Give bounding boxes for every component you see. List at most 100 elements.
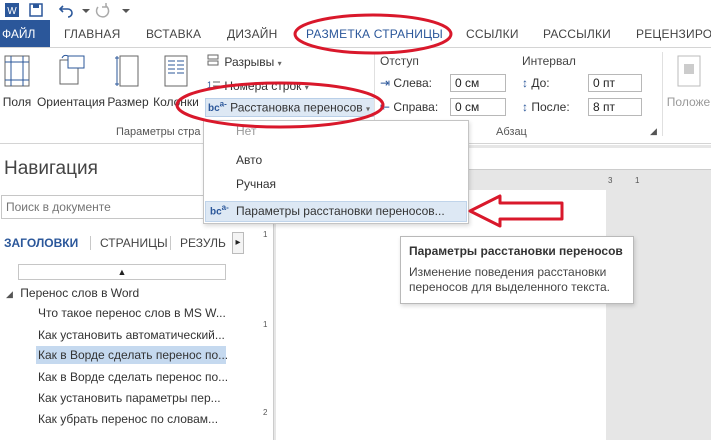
spacing-after-input[interactable]: 8 пт [588,98,642,116]
indent-right-icon: ⇤ [380,100,391,114]
indent-left-row: ⇥ Слева: [380,76,432,90]
tree-root-label: Перенос слов в Word [20,286,140,300]
spacing-before-label: До: [531,76,550,90]
tab-page-layout[interactable]: РАЗМЕТКА СТРАНИЦЫ [306,27,443,41]
tree-root[interactable]: ◢ Перенос слов в Word [6,286,139,300]
spacing-after-label: После: [531,100,570,114]
breaks-button[interactable]: Разрывы ▾ [207,54,282,69]
hyphenation-dropdown-icon: ▾ [366,104,371,114]
ruler-mark: 2 [263,408,268,417]
size-icon [115,55,139,87]
tooltip-description: Изменение поведения расстановки переносо… [409,265,610,294]
position-icon [677,55,700,87]
svg-text:1: 1 [207,80,212,90]
margins-label: Поля [2,95,32,109]
tree-item-selected[interactable]: Как в Ворде сделать перенос по... [36,346,228,364]
orientation-label: Ориентация [36,95,106,109]
spacing-before-icon: ↕ [522,76,528,90]
tab-file[interactable]: ФАЙЛ [0,20,50,48]
indent-header: Отступ [380,54,419,68]
ruler-mark: 1 [263,320,268,329]
nav-tabs-scroll-right-icon[interactable]: ▸ [232,232,244,254]
breaks-label: Разрывы [224,55,275,69]
columns-icon [164,55,188,87]
tab-insert[interactable]: ВСТАВКА [146,27,201,41]
collapse-all-bar[interactable]: ▲ [18,264,226,280]
hyphenation-options-tooltip: Параметры расстановки переносов Изменени… [400,236,634,304]
hyphenation-button[interactable]: bca- Расстановка переносов ▾ [205,98,376,118]
tab-headings[interactable]: ЗАГОЛОВКИ [4,236,78,250]
breaks-dropdown-icon: ▾ [277,59,282,68]
collapse-icon: ▲ [117,267,127,277]
orientation-icon [59,54,85,85]
size-button[interactable]: Размер [106,52,150,109]
tab-results[interactable]: РЕЗУЛЬ [180,236,226,250]
spacing-after-row: ↕ После: [522,100,570,114]
paragraph-group-label: Абзац [496,126,527,138]
ruler-mark: 3 [608,176,613,185]
tab-design[interactable]: ДИЗАЙН [227,27,278,41]
spacing-before-row: ↕ До: [522,76,550,90]
indent-left-icon: ⇥ [380,76,391,90]
line-numbers-icon: 1 [207,80,220,90]
margins-button[interactable]: Поля [0,52,34,109]
menu-item-auto[interactable]: Авто [236,153,262,167]
customize-qat-icon[interactable] [118,2,134,18]
menu-item-manual[interactable]: Ручная [236,177,276,191]
line-numbers-label: Номера строк [224,79,302,93]
tree-item[interactable]: Как установить параметры пер... [38,391,221,405]
spacing-header: Интервал [522,54,576,68]
tab-mailings[interactable]: РАССЫЛКИ [543,27,611,41]
indent-right-input[interactable]: 0 см [450,98,506,116]
ruler-mark: 1 [635,176,640,185]
indent-right-row: ⇤ Справа: [380,100,438,114]
tree-item[interactable]: Как в Ворде сделать перенос по... [38,370,228,384]
ruler-mark: 1 [263,230,268,239]
indent-left-input[interactable]: 0 см [450,74,506,92]
tree-expand-icon[interactable]: ◢ [6,289,13,299]
size-label: Размер [107,95,149,109]
undo-icon[interactable] [58,2,74,18]
line-numbers-dropdown-icon: ▾ [304,83,309,92]
tooltip-title: Параметры расстановки переносов [409,244,623,258]
quick-access-toolbar: W [0,0,711,20]
page-setup-group-label: Параметры стра [116,126,201,138]
tab-references[interactable]: ССЫЛКИ [466,27,519,41]
indent-right-label: Справа: [393,100,439,114]
breaks-icon [207,54,219,66]
navigation-title: Навигация [4,158,98,179]
position-label: Положе [666,95,711,109]
ribbon-tabs: ГЛАВНАЯ ВСТАВКА ДИЗАЙН РАЗМЕТКА СТРАНИЦЫ… [0,20,711,48]
save-icon[interactable] [28,2,44,18]
menu-item-none[interactable]: Нет [236,124,256,138]
word-logo-icon: W [5,3,19,17]
document-margin-area [606,190,711,440]
tab-pages[interactable]: СТРАНИЦЫ [100,236,168,250]
spacing-after-icon: ↕ [522,100,528,114]
paragraph-launcher-icon[interactable]: ◢ [650,126,657,137]
tree-item[interactable]: Как убрать перенос по словам... [38,412,218,426]
nav-tab-divider [170,236,171,250]
tab-home[interactable]: ГЛАВНАЯ [64,27,120,41]
nav-tab-divider [90,236,91,250]
hyphenation-options-icon: bca- [210,203,229,218]
line-numbers-button[interactable]: 1 Номера строк ▾ [207,78,309,93]
orientation-button[interactable]: Ориентация [36,52,106,109]
spacing-before-input[interactable]: 0 пт [588,74,642,92]
document-page[interactable] [276,190,606,440]
tree-item[interactable]: Что такое перенос слов в MS W... [38,306,226,320]
indent-left-label: Слева: [393,76,432,90]
tab-review[interactable]: РЕЦЕНЗИРОВ [636,27,711,41]
tree-item[interactable]: Как установить автоматический... [38,328,225,342]
position-button[interactable]: Положе [666,52,711,109]
hyphenation-menu: Нет Авто Ручная bca- Параметры расстанов… [203,120,469,224]
margins-icon [4,55,30,87]
redo-icon[interactable] [94,2,110,18]
columns-label: Колонки [153,95,199,109]
hyphenation-icon: bca- [208,100,227,115]
columns-button[interactable]: Колонки [150,52,202,109]
svg-text:W: W [7,6,17,17]
undo-dropdown-icon[interactable] [78,2,94,18]
menu-item-hyphenation-options[interactable]: Параметры расстановки переносов... [236,204,445,218]
group-divider [662,52,663,136]
